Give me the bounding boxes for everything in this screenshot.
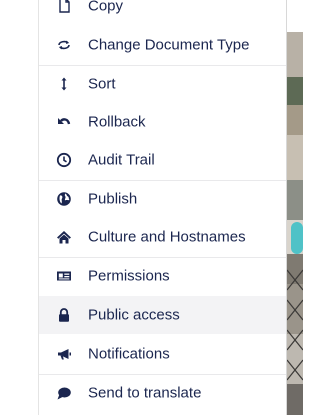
menu-item-send-to-translate[interactable]: Send to translate (39, 374, 286, 412)
menu-item-label: Permissions (88, 267, 170, 285)
sort-icon (56, 76, 72, 92)
menu-item-label: Copy (88, 0, 124, 15)
rollback-icon (56, 114, 72, 130)
menu-item-label: Publish (88, 190, 138, 208)
menu-item-label: Audit Trail (88, 151, 155, 169)
left-gutter (0, 0, 38, 415)
lock-icon (56, 307, 72, 323)
menu-item-permissions[interactable]: Permissions (39, 257, 286, 295)
menu-item-copy[interactable]: Copy (39, 0, 286, 25)
copy-icon (56, 0, 72, 14)
chat-bubble-icon (56, 385, 72, 401)
menu-item-label: Notifications (88, 345, 170, 363)
menu-item-change-document-type[interactable]: Change Document Type (39, 26, 286, 64)
home-icon (56, 229, 72, 245)
menu-item-label: Public access (88, 306, 180, 324)
menu-item-notifications[interactable]: Notifications (39, 335, 286, 373)
menu-item-sort[interactable]: Sort (39, 65, 286, 103)
menu-item-public-access[interactable]: Public access (39, 296, 286, 334)
globe-icon (56, 191, 72, 207)
megaphone-icon (56, 346, 72, 362)
menu-item-label: Send to translate (88, 384, 202, 402)
menu-item-rollback[interactable]: Rollback (39, 103, 286, 141)
menu-item-label: Sort (88, 75, 116, 93)
menu-item-label: Rollback (88, 113, 146, 131)
menu-item-label: Culture and Hostnames (88, 228, 246, 246)
context-menu: Copy Change Document Type Sort Rollback … (39, 0, 286, 415)
menu-item-label: Change Document Type (88, 36, 250, 54)
id-card-icon (56, 268, 72, 284)
menu-item-culture-and-hostnames[interactable]: Culture and Hostnames (39, 218, 286, 256)
change-type-icon (56, 37, 72, 53)
background-image-strip (287, 0, 303, 415)
menu-item-audit-trail[interactable]: Audit Trail (39, 141, 286, 179)
audit-trail-icon (56, 152, 72, 168)
menu-item-publish[interactable]: Publish (39, 180, 286, 218)
